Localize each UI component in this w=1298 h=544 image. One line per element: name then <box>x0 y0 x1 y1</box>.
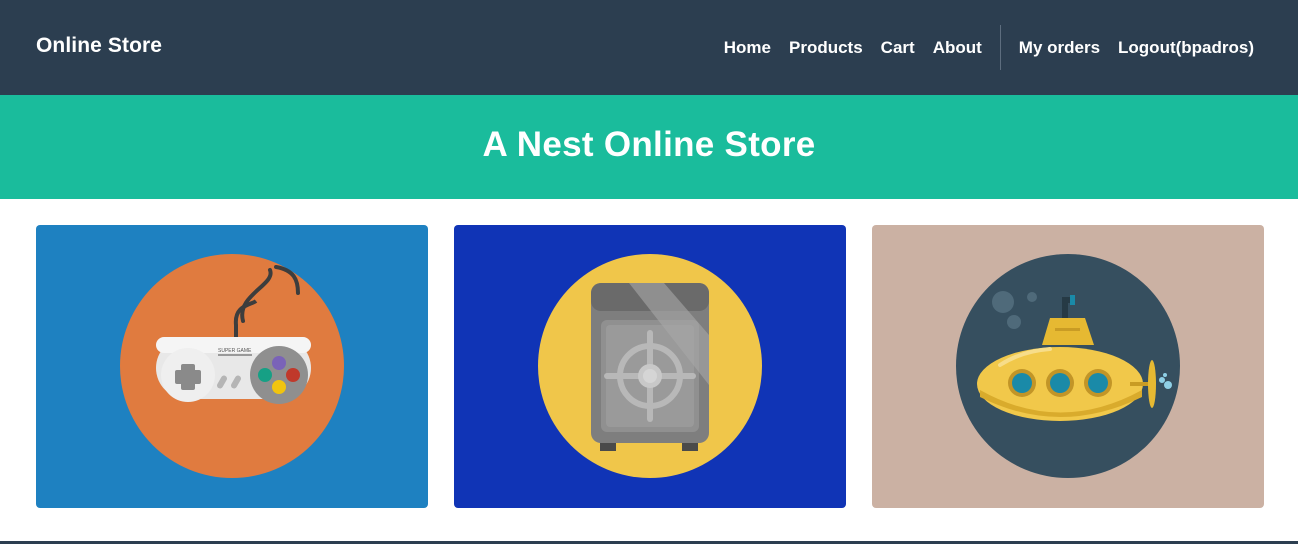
nav-link-cart[interactable]: Cart <box>872 0 924 95</box>
safe-icon <box>454 225 846 508</box>
game-controller-icon: SUPER GAME <box>36 225 428 508</box>
product-card-controller[interactable]: SUPER GAME <box>36 225 428 508</box>
brand-link[interactable]: Online Store <box>36 34 162 58</box>
nav-links: Home Products Cart About My orders Logou… <box>715 0 1298 95</box>
nav-divider <box>999 25 1001 70</box>
nav-link-products[interactable]: Products <box>780 0 872 95</box>
product-grid: SUPER GAME <box>36 225 1264 508</box>
submarine-icon <box>872 225 1264 508</box>
product-card-submarine[interactable] <box>872 225 1264 508</box>
product-card-safe[interactable] <box>454 225 846 508</box>
nav-link-home[interactable]: Home <box>715 0 780 95</box>
navbar: Online Store Home Products Cart About My… <box>0 0 1298 95</box>
page-title: A Nest Online Store <box>482 125 816 164</box>
controller-label: SUPER GAME <box>218 348 252 354</box>
nav-link-my-orders[interactable]: My orders <box>1010 0 1109 95</box>
user-nav: My orders Logout(bpadros) <box>1010 0 1298 95</box>
nav-link-logout[interactable]: Logout(bpadros) <box>1109 0 1263 95</box>
nav-link-about[interactable]: About <box>924 0 991 95</box>
masthead: A Nest Online Store <box>0 95 1298 199</box>
